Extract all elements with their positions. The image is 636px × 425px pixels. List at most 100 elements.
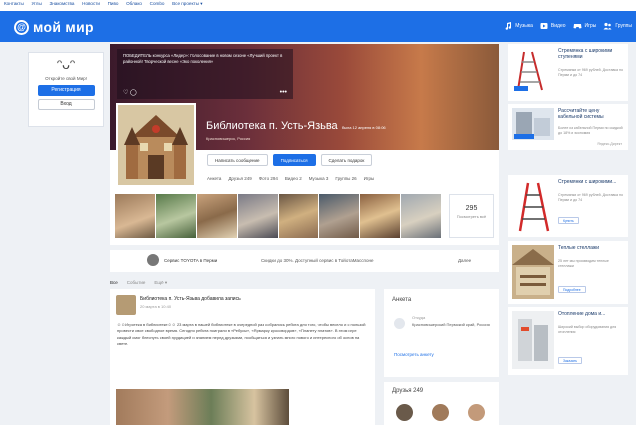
about-value: Красновишерский Пермский край, Россия (412, 322, 490, 327)
photo-thumbnail[interactable] (278, 194, 319, 238)
tab-photos[interactable]: Фото 294 (259, 176, 278, 181)
games-icon (573, 24, 582, 29)
photo-thumbnail[interactable] (237, 194, 278, 238)
post-date: 20 марта в 10:40 (140, 304, 172, 309)
send-gift-button[interactable]: Сделать подарок (320, 154, 373, 166)
tab-friends[interactable]: Друзья 249 (228, 176, 251, 181)
login-box-text: Откройте свой Мир! (45, 76, 87, 81)
ad-heating[interactable]: Отопление дома и... Широкий выбор оборуд… (508, 307, 628, 375)
ad-ladder-2[interactable]: Стремянки с широкими... Стремянки от 969… (508, 175, 628, 237)
ad-bar[interactable]: Сервис TOYOTA в Перми Скидки до 30%. Дос… (110, 250, 499, 272)
photo-thumbnail[interactable] (401, 194, 441, 238)
red-ladder-image (512, 179, 554, 233)
news-text: ПОБЕДИТЕЛЬ конкурса «Лидер»: Голосование… (123, 53, 283, 65)
toplink-all-projects[interactable]: Все проекты ▾ (172, 1, 202, 6)
nav-music[interactable]: Музыка (504, 22, 533, 30)
photo-count-label: Посмотреть всё (456, 214, 487, 219)
post-author[interactable]: Библиотека п. Усть-Язьва добавила запись (140, 296, 241, 302)
news-banner[interactable]: ПОБЕДИТЕЛЬ конкурса «Лидер»: Голосование… (117, 49, 293, 99)
friend-avatar[interactable] (396, 404, 413, 421)
about-panel: Анкета Откуда Красновишерский Пермский к… (384, 289, 499, 377)
profile-name: Библиотека п. Усть-Язьва была 12 апреля в… (206, 120, 386, 132)
nav-groups-label: Группы (615, 23, 632, 29)
toplink[interactable]: Контакты (4, 1, 24, 6)
ad-ladder[interactable]: Стремянка с широкими ступенями Стремянки… (508, 44, 628, 101)
header-nav: Музыка Видео Игры Группы (497, 22, 632, 30)
logo-text: мой мир (33, 19, 94, 35)
ad-cable[interactable]: Рассчитайте цену кабельной системы Более… (508, 104, 628, 150)
friends-title[interactable]: Друзья 249 (392, 388, 423, 394)
toplink[interactable]: Облако (126, 1, 142, 6)
friend-avatar[interactable] (468, 404, 485, 421)
register-button[interactable]: Регистрация (37, 85, 95, 96)
feed-tab-all[interactable]: Все (110, 280, 118, 286)
feed-tab-events[interactable]: Событие (127, 280, 146, 286)
tab-music[interactable]: Музыка 3 (309, 176, 329, 181)
toplink[interactable]: Знакомства (49, 1, 74, 6)
photo-thumbnail[interactable] (319, 194, 360, 238)
profile-avatar[interactable] (116, 103, 196, 187)
news-actions-icon[interactable]: ♡ ◯ (123, 89, 137, 96)
photo-count-tile[interactable]: 295 Посмотреть всё (449, 194, 494, 238)
toplink[interactable]: Combo (150, 1, 165, 6)
location-icon (394, 318, 405, 329)
photo-thumbnail[interactable] (196, 194, 237, 238)
ad-title: Стремянка с широкими ступенями (558, 48, 613, 60)
profile-card: ПОБЕДИТЕЛЬ конкурса «Лидер»: Голосование… (110, 44, 499, 245)
ad-avatar (147, 254, 159, 266)
profile-actions: Написать сообщение Подписаться Сделать п… (207, 154, 377, 166)
tab-anketa[interactable]: Анкета (207, 176, 221, 181)
photo-thumbnail[interactable] (360, 194, 401, 238)
login-box: ᵔᴗᵔ Откройте свой Мир! Регистрация Вход (28, 52, 104, 127)
photo-thumbnail[interactable] (155, 194, 196, 238)
tab-groups[interactable]: Группы 26 (335, 176, 356, 181)
profile-name-text: Библиотека п. Усть-Язьва (206, 120, 338, 132)
nav-video[interactable]: Видео (540, 22, 566, 30)
post-image[interactable] (116, 389, 289, 425)
ad-desc: Широкий выбор оборудования для отопления (558, 325, 617, 334)
subscribe-button[interactable]: Подписаться (272, 154, 316, 166)
write-message-button[interactable]: Написать сообщение (207, 154, 268, 166)
toplink[interactable]: Пиво (108, 1, 119, 6)
music-icon (505, 22, 512, 30)
post-author-avatar[interactable] (116, 295, 136, 315)
ad-title: Отопление дома и... (558, 311, 606, 317)
about-label: Откуда (412, 315, 426, 320)
view-anketa-link[interactable]: Посмотреть анкету (394, 352, 434, 357)
nav-groups[interactable]: Группы (603, 22, 632, 30)
ad-button[interactable]: Купить (558, 217, 579, 224)
tab-video[interactable]: Видео 2 (285, 176, 302, 181)
toplink[interactable]: Новости (82, 1, 100, 6)
ad-desc: Стремянки от 969 рублей. Доставка по Пер… (558, 193, 623, 202)
ad-shelves[interactable]: Теплые стеллажи 25 лет мы производим теп… (508, 241, 628, 304)
feed-tab-more[interactable]: Ещё ▾ (154, 280, 167, 286)
profile-city: Красновишерск, Россия (206, 136, 251, 141)
ad-title: Теплые стеллажи (558, 245, 600, 251)
post-text: ☺☺Игротека в библиотеке☺☺ 23 марта в наш… (117, 322, 366, 347)
more-icon[interactable]: ••• (280, 89, 287, 96)
tab-games[interactable]: Игры (364, 176, 375, 181)
site-logo[interactable]: @ мой мир (14, 19, 94, 35)
video-icon (540, 23, 548, 29)
ad-link[interactable]: Далее (458, 258, 471, 263)
ladder-image (512, 48, 554, 92)
ad-button[interactable]: Заказать (558, 357, 583, 364)
login-button[interactable]: Вход (37, 99, 95, 110)
cable-system-image (512, 108, 554, 140)
toplink[interactable]: Углы (32, 1, 42, 6)
ad-button[interactable]: Подробнее (558, 286, 586, 293)
smiley-icon: ᵔᴗᵔ (56, 56, 76, 72)
ad-title: Рассчитайте цену кабельной системы (558, 108, 604, 120)
photo-count: 295 (465, 205, 478, 212)
photo-thumbnail[interactable] (115, 194, 155, 238)
nav-games[interactable]: Игры (573, 22, 596, 30)
warehouse-image (512, 245, 554, 299)
photo-strip (115, 194, 442, 238)
ad-desc: 25 лет мы производим теплые стеллажи (558, 259, 609, 268)
ad-source[interactable]: Яндекс.Директ (597, 142, 622, 146)
ad-title: Сервис TOYOTA в Перми (164, 258, 218, 263)
library-building-image (118, 105, 194, 185)
right-ads-column: Стремянка с широкими ступенями Стремянки… (508, 44, 628, 425)
nav-video-label: Видео (550, 23, 566, 29)
friend-avatar[interactable] (432, 404, 449, 421)
